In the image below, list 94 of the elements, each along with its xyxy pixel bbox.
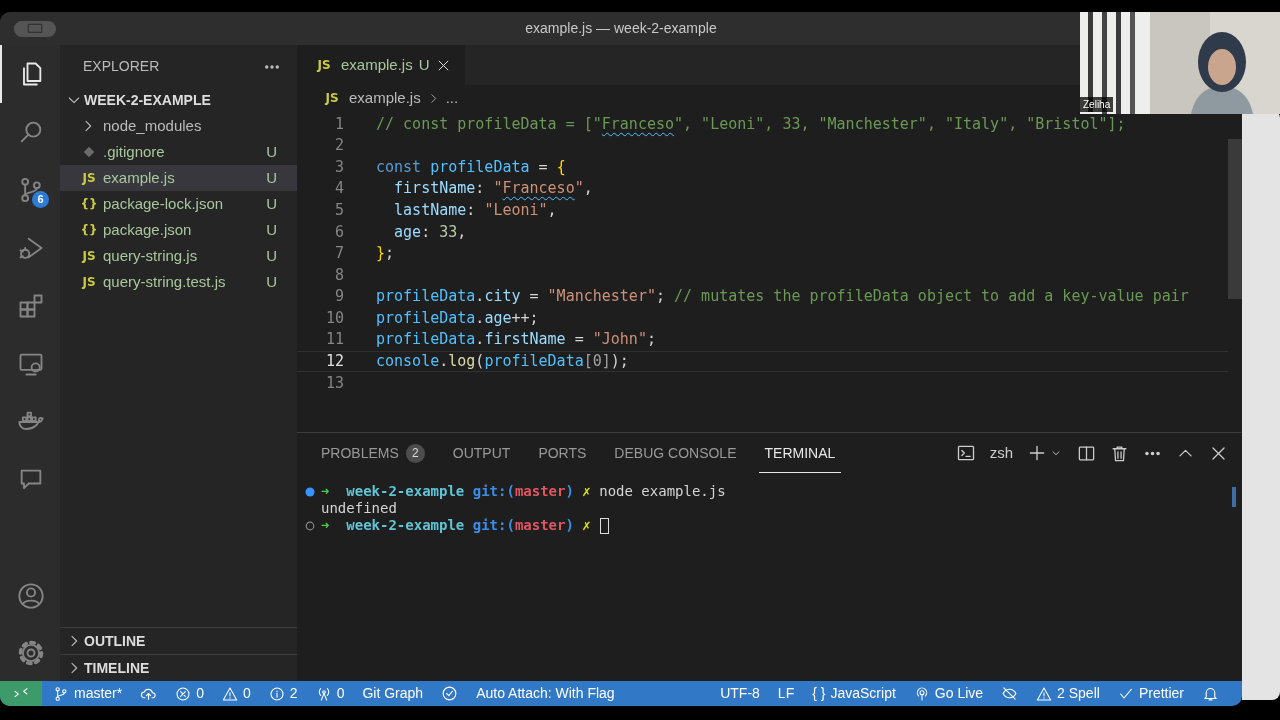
line-number: 5 bbox=[333, 199, 344, 221]
code-line: age: 33, bbox=[393, 221, 467, 243]
git-status: U bbox=[266, 271, 277, 292]
bell-icon[interactable] bbox=[1202, 685, 1219, 702]
git-status: U bbox=[266, 245, 277, 266]
status-dot[interactable] bbox=[305, 520, 315, 531]
file-type-icon: JS bbox=[78, 169, 100, 187]
git-status: U bbox=[266, 193, 277, 214]
diamond-icon bbox=[82, 145, 96, 159]
warning-icon bbox=[1036, 685, 1053, 702]
line-number: 7 bbox=[333, 243, 344, 265]
plus-icon[interactable] bbox=[1027, 443, 1047, 463]
line-number: 11 bbox=[324, 329, 344, 351]
status-item[interactable]: 0 bbox=[168, 681, 212, 706]
terminal-line: ➜ week-2-example git:(master) ✗ node example.js bbox=[321, 482, 726, 501]
file-row[interactable]: JS query-string.test.js U bbox=[60, 269, 297, 295]
file-row[interactable]: JS query-string.js U bbox=[60, 243, 297, 269]
error-icon bbox=[175, 685, 192, 702]
code-line: firstName: "Franceso", bbox=[393, 178, 593, 200]
code-line: }; bbox=[376, 243, 395, 265]
line-number: 10 bbox=[324, 307, 344, 329]
count-badge: 2 bbox=[405, 444, 425, 463]
status-item[interactable]: UTF-8 bbox=[713, 681, 767, 706]
line-number: 3 bbox=[333, 156, 344, 178]
status-item[interactable]: Go Live bbox=[906, 681, 991, 706]
code-line: const profileData = { bbox=[376, 156, 566, 178]
panel-tab[interactable]: OUTPUT bbox=[446, 433, 517, 473]
status-item[interactable]: 2 bbox=[261, 681, 305, 706]
code-line: lastName: "Leoni", bbox=[393, 199, 557, 221]
line-number: 13 bbox=[324, 372, 344, 394]
panel-tab[interactable]: DEBUG CONSOLE bbox=[608, 433, 743, 473]
settings-icon[interactable] bbox=[17, 638, 45, 667]
line-number: 8 bbox=[333, 264, 344, 286]
window-title: example.js — week-2-example bbox=[524, 19, 718, 38]
file-row[interactable]: {} package.json U bbox=[60, 217, 297, 243]
line-number: 6 bbox=[333, 221, 344, 243]
git-status: U bbox=[266, 141, 277, 162]
sidebar-title: EXPLORER bbox=[83, 56, 160, 76]
shell-name[interactable]: zsh bbox=[989, 441, 1013, 465]
status-item[interactable]: Auto Attach: With Flag bbox=[469, 681, 622, 706]
badge: 6 bbox=[32, 191, 49, 208]
file-type-icon: JS bbox=[78, 247, 100, 265]
git-status: U bbox=[266, 219, 277, 240]
panel-tab[interactable]: PROBLEMS 2 bbox=[315, 433, 431, 473]
branch-icon bbox=[53, 685, 69, 702]
extensions-icon[interactable] bbox=[17, 292, 45, 320]
terminal-line: ➜ week-2-example git:(master) ✗ bbox=[321, 516, 592, 535]
line-number: 4 bbox=[333, 178, 344, 200]
line-number: 2 bbox=[333, 135, 344, 157]
file-type-icon: {} bbox=[78, 221, 100, 239]
check-circle-icon[interactable] bbox=[441, 685, 459, 702]
line-number: 1 bbox=[333, 113, 344, 135]
breadcrumb-item[interactable]: example.js bbox=[349, 86, 421, 110]
line-number: 12 bbox=[324, 351, 344, 373]
terminal-icon[interactable] bbox=[955, 443, 976, 463]
file-type-icon: JS bbox=[78, 273, 100, 291]
info-icon bbox=[268, 685, 285, 702]
folder-row[interactable]: node_modules bbox=[60, 113, 297, 139]
status-item[interactable]: master* bbox=[46, 681, 130, 706]
file-row[interactable]: {} package-lock.json U bbox=[60, 191, 297, 217]
status-item[interactable]: Prettier bbox=[1110, 681, 1191, 706]
warning-icon bbox=[222, 685, 239, 702]
crossed-out-icon[interactable] bbox=[1001, 685, 1019, 702]
code-line: console.log(profileData[0]); bbox=[376, 351, 629, 373]
panel-tab[interactable]: TERMINAL bbox=[758, 433, 842, 473]
participant-name: Zeliha bbox=[1080, 97, 1114, 112]
screen-share-icon bbox=[14, 20, 56, 37]
file-type-icon: JS bbox=[321, 89, 343, 107]
status-item[interactable]: 0 bbox=[215, 681, 258, 706]
folder-row[interactable]: WEEK-2-EXAMPLE bbox=[60, 87, 297, 113]
section-header[interactable]: OUTLINE bbox=[60, 627, 297, 654]
code-line: profileData.age++; bbox=[376, 307, 539, 329]
status-item[interactable]: LF bbox=[770, 681, 802, 706]
remote-button[interactable] bbox=[0, 681, 42, 706]
terminal-line: undefined bbox=[321, 499, 397, 518]
status-dot[interactable] bbox=[305, 486, 315, 497]
status-item[interactable]: 2 Spell bbox=[1029, 681, 1107, 706]
git-status: U bbox=[418, 54, 430, 75]
status-item[interactable]: Git Graph bbox=[355, 681, 431, 706]
panel-tab[interactable]: PORTS bbox=[532, 433, 593, 473]
file-type-icon: JS bbox=[313, 56, 335, 74]
code-line: profileData.firstName = "John"; bbox=[376, 329, 656, 351]
status-item[interactable]: { } JavaScript bbox=[805, 681, 903, 706]
file-type-icon: {} bbox=[78, 195, 100, 213]
status-item[interactable]: 0 bbox=[308, 681, 352, 706]
code-line: profileData.city = "Manchester"; // mutates the profileData object to add a key-value pair bbox=[376, 286, 1189, 308]
code-line: // const profileData = ["Franceso", "Leoni", 33, "Manchester", "Italy", "Bristol"]; bbox=[376, 113, 1126, 135]
line-number: 9 bbox=[333, 286, 344, 308]
breadcrumb-item[interactable]: ... bbox=[445, 86, 459, 110]
file-row[interactable]: .gitignore U bbox=[60, 139, 297, 165]
file-row[interactable]: JS example.js U bbox=[60, 165, 297, 191]
account-icon[interactable] bbox=[17, 581, 45, 610]
editor-tab[interactable]: JS example.js U bbox=[297, 45, 465, 85]
git-status: U bbox=[266, 167, 277, 188]
